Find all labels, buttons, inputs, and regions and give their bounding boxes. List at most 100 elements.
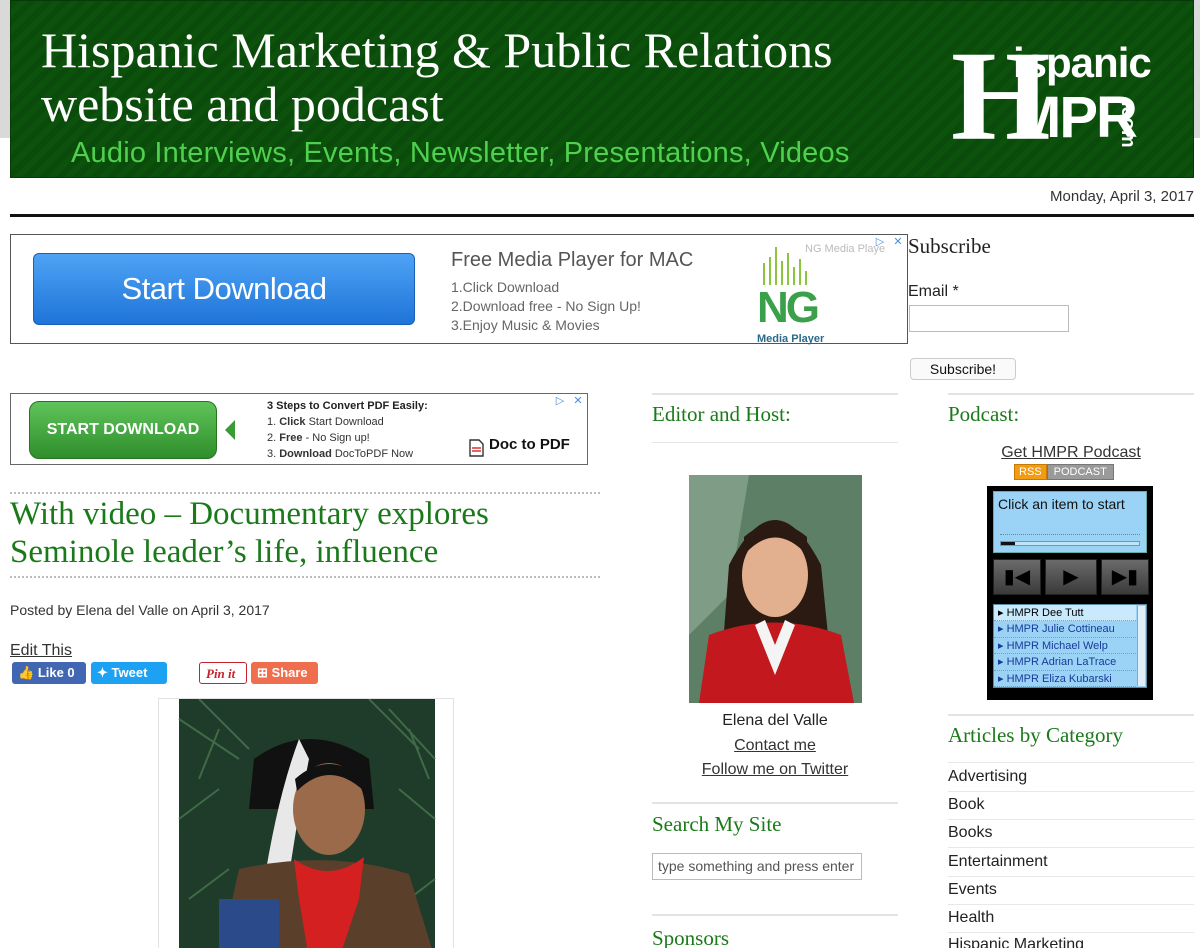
share-button[interactable]: ⊞ Share	[251, 662, 318, 684]
categories-rule	[948, 714, 1194, 716]
bullet-icon: ▸	[998, 656, 1007, 669]
player-progress-fill	[1001, 542, 1015, 545]
cat-divider	[948, 819, 1194, 820]
thumbs-up-icon: 👍	[18, 665, 35, 680]
bullet-icon: ▸	[998, 639, 1007, 652]
search-rule	[652, 802, 898, 804]
tweet-label: Tweet	[111, 665, 148, 680]
category-link[interactable]: Books	[948, 824, 1194, 842]
adchoices-icon[interactable]: ▷	[873, 235, 887, 249]
ad2-line: 2. Free - No Sign up!	[267, 432, 370, 444]
subscribe-heading: Subscribe	[908, 234, 991, 258]
get-podcast-link[interactable]: Get HMPR Podcast	[948, 444, 1194, 462]
ng-subtitle: Media Player	[757, 333, 825, 345]
ng-media-player-logo: NG Media Player	[753, 243, 833, 345]
close-ad-icon-2[interactable]: ✕	[571, 394, 585, 408]
next-track-icon[interactable]: ▶▮	[1101, 559, 1149, 595]
editor-rule-bottom	[652, 442, 898, 443]
pinterest-button[interactable]: Pin it	[199, 662, 247, 684]
article-divider-top	[10, 492, 600, 494]
cat-divider	[948, 932, 1194, 933]
article-divider-bottom	[10, 576, 600, 578]
twitter-bird-icon: ✦	[97, 665, 108, 680]
playlist-item[interactable]: ▸ HMPR Julie Cottineau	[994, 621, 1136, 638]
post-meta: Posted by Elena del Valle on April 3, 20…	[10, 602, 270, 618]
search-input[interactable]: type something and press enter	[652, 853, 862, 880]
podcast-player[interactable]: Click an item to start ▮◀ ▶ ▶▮ ▸ HMPR De…	[987, 486, 1153, 700]
ad-line: 1.Click Download	[451, 279, 560, 295]
previous-track-icon[interactable]: ▮◀	[993, 559, 1041, 595]
cat-divider	[948, 876, 1194, 877]
adchoices-icon-2[interactable]: ▷	[553, 394, 567, 408]
rss-podcast-badge[interactable]: RSS PODCAST	[1014, 464, 1114, 480]
bullet-icon: ▸	[998, 672, 1007, 685]
tweet-button[interactable]: ✦ Tweet	[91, 662, 167, 684]
editor-heading: Editor and Host:	[652, 402, 791, 426]
subscribe-button[interactable]: Subscribe!	[910, 358, 1016, 380]
playlist-item[interactable]: ▸ HMPR Eliza Kubarski	[994, 671, 1136, 687]
facebook-like-button[interactable]: 👍 Like 0	[12, 662, 86, 684]
host-name: Elena del Valle	[722, 712, 828, 729]
logo-ispanic: ispanic	[1013, 39, 1152, 86]
contact-me-link[interactable]: Contact me	[652, 737, 898, 755]
category-link[interactable]: Events	[948, 881, 1194, 899]
ng-letters: NG	[757, 283, 820, 332]
play-icon[interactable]: ▶	[1045, 559, 1097, 595]
category-link[interactable]: Health	[948, 909, 1194, 927]
cat-divider	[948, 762, 1194, 763]
host-photo	[689, 475, 862, 703]
doc-to-pdf-ad[interactable]: START DOWNLOAD 3 Steps to Convert PDF Ea…	[10, 393, 588, 465]
ad2-line: 3. Download DocToPDF Now	[267, 448, 414, 460]
header-divider	[10, 214, 1194, 217]
sponsors-heading: Sponsors	[652, 926, 730, 948]
article-title[interactable]: With video – Documentary explores Semino…	[10, 495, 610, 571]
like-label: Like 0	[37, 665, 75, 680]
email-label: Email *	[908, 283, 959, 300]
hmpr-logo[interactable]: H ispanic MPR .com	[951, 32, 1171, 160]
category-link[interactable]: Hispanic Marketing	[948, 936, 1194, 948]
player-dots	[1000, 534, 1140, 535]
email-field[interactable]	[909, 305, 1069, 332]
podcast-heading: Podcast:	[948, 402, 1020, 426]
media-player-ad[interactable]: Start Download Free Media Player for MAC…	[10, 234, 908, 345]
playlist-scrollbar[interactable]	[1137, 606, 1145, 686]
ad-start-download-button-2[interactable]: START DOWNLOAD	[29, 401, 217, 459]
categories-heading: Articles by Category	[948, 723, 1123, 747]
site-title: Hispanic Marketing & Public Relations we…	[41, 22, 833, 132]
search-heading: Search My Site	[652, 812, 782, 836]
host-portrait	[689, 475, 862, 703]
sponsors-rule	[652, 914, 898, 916]
playlist-item[interactable]: ▸ HMPR Michael Welp	[994, 638, 1136, 655]
seminole-leader-photo	[178, 699, 436, 948]
plus-icon: ⊞	[257, 665, 268, 680]
article-photo[interactable]	[158, 698, 454, 948]
category-link[interactable]: Book	[948, 796, 1194, 814]
podcast-playlist[interactable]: ▸ HMPR Dee Tutt ▸ HMPR Julie Cottineau ▸…	[993, 604, 1147, 688]
ad-line: 2.Download free - No Sign Up!	[451, 298, 641, 314]
podcast-label: PODCAST	[1046, 464, 1114, 480]
doc-to-pdf-brand: Doc to PDF	[489, 436, 570, 453]
edit-this-link[interactable]: Edit This	[10, 642, 72, 660]
category-link[interactable]: Entertainment	[948, 853, 1194, 871]
site-banner[interactable]: Hispanic Marketing & Public Relations we…	[10, 0, 1194, 178]
bullet-icon: ▸	[998, 623, 1007, 636]
site-tagline: Audio Interviews, Events, Newsletter, Pr…	[71, 137, 850, 169]
player-screen: Click an item to start	[993, 491, 1147, 553]
ad-line: 3.Enjoy Music & Movies	[451, 317, 600, 333]
cat-divider	[948, 847, 1194, 848]
ad-start-download-button[interactable]: Start Download	[33, 253, 415, 325]
doc-pdf-icon	[469, 439, 484, 457]
ad2-line: 1. Click Start Download	[267, 416, 384, 428]
playlist-item[interactable]: ▸ HMPR Dee Tutt	[994, 605, 1136, 622]
share-label: Share	[271, 665, 308, 680]
ad-heading: Free Media Player for MAC	[451, 249, 694, 271]
cat-divider	[948, 791, 1194, 792]
editor-rule-top	[652, 393, 898, 395]
twitter-follow-link[interactable]: Follow me on Twitter	[652, 761, 898, 779]
rss-label: RSS	[1014, 464, 1047, 480]
category-link[interactable]: Advertising	[948, 768, 1194, 786]
close-ad-icon[interactable]: ✕	[891, 235, 905, 249]
current-date: Monday, April 3, 2017	[1050, 188, 1194, 205]
player-progress-bar[interactable]	[1000, 541, 1140, 546]
playlist-item[interactable]: ▸ HMPR Adrian LaTrace	[994, 654, 1136, 671]
